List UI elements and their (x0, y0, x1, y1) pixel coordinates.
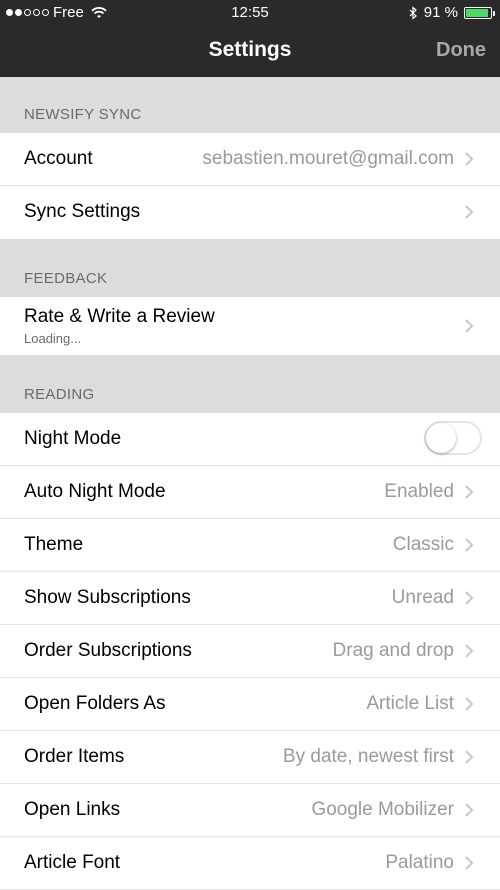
row-sync-settings[interactable]: Sync Settings (0, 186, 500, 239)
row-label: Order Items (24, 746, 125, 767)
done-button[interactable]: Done (436, 39, 486, 62)
row-open-folders-as[interactable]: Open Folders As Article List (0, 678, 500, 731)
row-label: Open Links (24, 799, 121, 820)
row-label: Rate & Write a Review (24, 306, 215, 327)
toggle-knob (426, 423, 456, 453)
chevron-right-icon (465, 856, 474, 870)
section-header-reading: READING (0, 355, 500, 413)
row-show-subscriptions[interactable]: Show Subscriptions Unread (0, 572, 500, 625)
chevron-right-icon (465, 803, 474, 817)
chevron-right-icon (465, 152, 474, 166)
row-label: Open Folders As (24, 693, 166, 714)
chevron-right-icon (465, 750, 474, 764)
page-title: Settings (208, 38, 292, 61)
row-sublabel: Loading... (24, 331, 82, 346)
chevron-right-icon (465, 697, 474, 711)
row-value: Unread (391, 587, 454, 608)
row-value: Drag and drop (332, 640, 454, 661)
row-label: Show Subscriptions (24, 587, 191, 608)
row-label: Night Mode (24, 428, 122, 449)
row-account[interactable]: Account sebastien.mouret@gmail.com (0, 133, 500, 186)
settings-list: NEWSIFY SYNC Account sebastien.mouret@gm… (0, 77, 500, 890)
row-value: sebastien.mouret@gmail.com (202, 148, 454, 169)
status-bar: Free 12:55 91 % (0, 0, 500, 26)
battery-icon (464, 6, 495, 19)
row-label: Order Subscriptions (24, 640, 192, 661)
bluetooth-icon (409, 5, 417, 20)
section-header-feedback: FEEDBACK (0, 239, 500, 297)
section-header-label: FEEDBACK (24, 270, 108, 287)
row-value: Classic (392, 534, 454, 555)
row-theme[interactable]: Theme Classic (0, 519, 500, 572)
night-mode-toggle[interactable] (424, 421, 482, 455)
row-auto-night-mode[interactable]: Auto Night Mode Enabled (0, 466, 500, 519)
navigation-bar: Settings Done (0, 26, 500, 77)
section-header-label: READING (24, 386, 95, 403)
chevron-right-icon (465, 319, 474, 333)
chevron-right-icon (465, 644, 474, 658)
section-header-label: NEWSIFY SYNC (24, 106, 142, 123)
row-open-links[interactable]: Open Links Google Mobilizer (0, 784, 500, 837)
row-order-subscriptions[interactable]: Order Subscriptions Drag and drop (0, 625, 500, 678)
chevron-right-icon (465, 538, 474, 552)
chevron-right-icon (465, 205, 474, 219)
row-label: Theme (24, 534, 84, 555)
row-label: Account (24, 148, 93, 169)
row-label: Sync Settings (24, 201, 141, 222)
row-label: Article Font (24, 852, 121, 873)
row-value: By date, newest first (282, 746, 454, 767)
section-header-newsify-sync: NEWSIFY SYNC (0, 77, 500, 133)
row-rate-review[interactable]: Rate & Write a Review Loading... (0, 297, 500, 355)
battery-percent: 91 % (423, 4, 458, 21)
row-value: Article List (366, 693, 454, 714)
row-article-font[interactable]: Article Font Palatino (0, 837, 500, 890)
row-value: Enabled (384, 481, 454, 502)
row-value: Google Mobilizer (311, 799, 454, 820)
chevron-right-icon (465, 591, 474, 605)
chevron-right-icon (465, 485, 474, 499)
row-order-items[interactable]: Order Items By date, newest first (0, 731, 500, 784)
row-value: Palatino (385, 852, 454, 873)
row-label: Auto Night Mode (24, 481, 166, 502)
row-night-mode: Night Mode (0, 413, 500, 466)
